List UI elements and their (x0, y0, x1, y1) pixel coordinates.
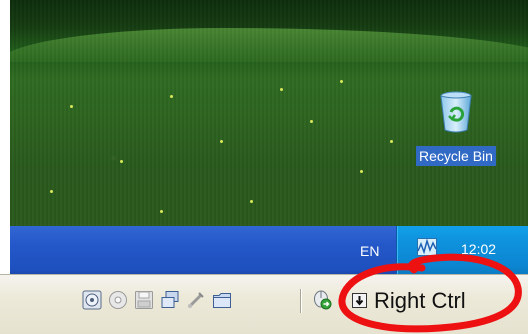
mouse-integration-icon[interactable] (312, 290, 332, 310)
wallpaper-flower (120, 160, 123, 163)
wallpaper-flower (220, 140, 223, 143)
wallpaper-flower (50, 190, 53, 193)
host-key-arrow-icon (352, 293, 367, 308)
wallpaper-flower (280, 88, 283, 91)
network-activity-icon[interactable] (417, 238, 437, 256)
recycle-bin-label: Recycle Bin (416, 146, 496, 166)
statusbar-separator (300, 289, 301, 313)
floppy-icon[interactable] (134, 290, 154, 310)
recycle-bin-shortcut[interactable]: Recycle Bin (404, 90, 508, 182)
shared-folder-icon[interactable] (212, 290, 232, 310)
desktop-wallpaper: Recycle Bin (10, 0, 528, 226)
wallpaper-flower (170, 95, 173, 98)
usb-icon[interactable] (186, 290, 206, 310)
hard-disk-icon[interactable] (82, 290, 102, 310)
network-icon[interactable] (160, 290, 180, 310)
wallpaper-flower (360, 170, 363, 173)
taskbar-clock[interactable]: 12:02 (461, 241, 496, 257)
screenshot-root: Recycle Bin EN 12:02 Right Ctrl (0, 0, 528, 334)
wallpaper-flower (390, 140, 393, 143)
wallpaper-flower (70, 105, 73, 108)
wallpaper-flower (250, 200, 253, 203)
wallpaper-flower (310, 120, 313, 123)
recycle-bin-icon (440, 91, 472, 133)
system-tray: 12:02 (396, 226, 528, 274)
wallpaper-flower (160, 210, 163, 213)
cd-dvd-icon[interactable] (108, 290, 128, 310)
language-indicator[interactable]: EN (360, 243, 379, 259)
vm-status-bar: Right Ctrl (0, 274, 528, 334)
host-key-label: Right Ctrl (374, 288, 466, 313)
taskbar: EN 12:02 (10, 226, 528, 274)
wallpaper-flower (340, 80, 343, 83)
